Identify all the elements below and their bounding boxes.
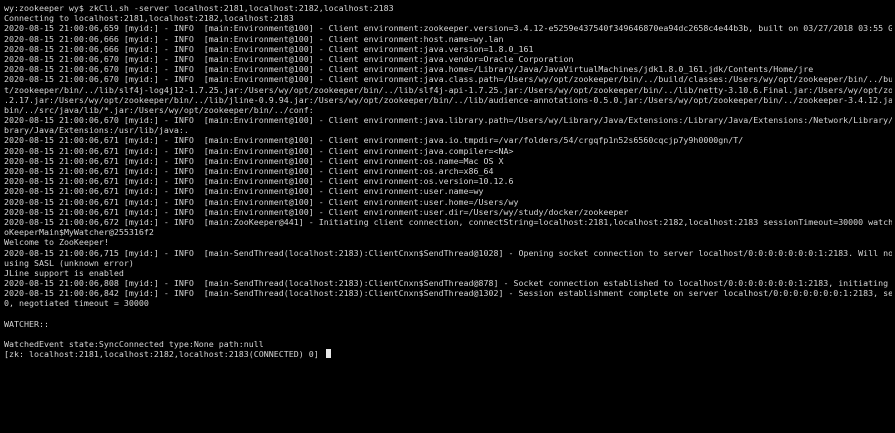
terminal-line: 2020-08-15 21:00:06,671 [myid:] - INFO [… bbox=[4, 155, 504, 166]
prompt-line[interactable]: [zk: localhost:2181,localhost:2182,local… bbox=[4, 349, 895, 359]
terminal-line: 2020-08-15 21:00:06,666 [myid:] - INFO [… bbox=[4, 43, 534, 54]
terminal-line: WatchedEvent state:SyncConnected type:No… bbox=[4, 339, 264, 350]
terminal-line: wy:zookeeper wy$ zkCli.sh -server localh… bbox=[4, 3, 394, 13]
terminal-line: 2020-08-15 21:00:06,670 [myid:] - INFO [… bbox=[4, 115, 895, 126]
terminal-output: wy:zookeeper wy$ zkCli.sh -server localh… bbox=[4, 3, 895, 349]
terminal-line: 2020-08-15 21:00:06,670 [myid:] - INFO [… bbox=[4, 64, 814, 75]
terminal-line: 2020-08-15 21:00:06,715 [myid:] - INFO [… bbox=[4, 247, 895, 258]
terminal-line: 2020-08-15 21:00:06,671 [myid:] - INFO [… bbox=[4, 186, 484, 197]
terminal-line: 2020-08-15 21:00:06,671 [myid:] - INFO [… bbox=[4, 176, 514, 187]
terminal-line: 2020-08-15 21:00:06,671 [myid:] - INFO [… bbox=[4, 206, 629, 217]
terminal-line: Connecting to localhost:2181,localhost:2… bbox=[4, 13, 294, 24]
terminal-line: 2020-08-15 21:00:06,671 [myid:] - INFO [… bbox=[4, 196, 519, 207]
terminal-line: 0, negotiated timeout = 30000 bbox=[4, 298, 149, 309]
terminal-line: 2020-08-15 21:00:06,670 [myid:] - INFO [… bbox=[4, 53, 574, 64]
terminal-line: WATCHER:: bbox=[4, 318, 49, 329]
terminal-line: using SASL (unknown error) bbox=[4, 257, 134, 268]
terminal-line: 2020-08-15 21:00:06,666 [myid:] - INFO [… bbox=[4, 33, 504, 44]
text-cursor bbox=[325, 349, 331, 359]
terminal-line: 2020-08-15 21:00:06,659 [myid:] - INFO [… bbox=[4, 23, 895, 34]
terminal-line: 2020-08-15 21:00:06,808 [myid:] - INFO [… bbox=[4, 278, 895, 289]
terminal-line: .2.17.jar:/Users/wy/opt/zookeeper/bin/..… bbox=[4, 94, 895, 105]
terminal-line: 2020-08-15 21:00:06,672 [myid:] - INFO [… bbox=[4, 216, 895, 227]
terminal-line: JLine support is enabled bbox=[4, 267, 124, 278]
terminal-line: 2020-08-15 21:00:06,670 [myid:] - INFO [… bbox=[4, 74, 895, 85]
terminal-line: oKeeperMain$MyWatcher@255316f2 bbox=[4, 227, 154, 238]
terminal-line: 2020-08-15 21:00:06,671 [myid:] - INFO [… bbox=[4, 166, 494, 176]
terminal-line: bin/../src/java/lib/*.jar:/Users/wy/opt/… bbox=[4, 104, 314, 115]
terminal-line: 2020-08-15 21:00:06,671 [myid:] - INFO [… bbox=[4, 135, 744, 146]
terminal-line: 2020-08-15 21:00:06,842 [myid:] - INFO [… bbox=[4, 288, 895, 299]
terminal-line: t/zookeeper/bin/../lib/slf4j-log4j12-1.7… bbox=[4, 84, 895, 95]
terminal-line: Welcome to ZooKeeper! bbox=[4, 237, 109, 248]
zk-prompt: [zk: localhost:2181,localhost:2182,local… bbox=[4, 349, 324, 360]
terminal-window[interactable]: wy:zookeeper wy$ zkCli.sh -server localh… bbox=[0, 0, 895, 433]
terminal-line: 2020-08-15 21:00:06,671 [myid:] - INFO [… bbox=[4, 145, 514, 156]
terminal-line: brary/Java/Extensions:/usr/lib/java:. bbox=[4, 125, 189, 136]
